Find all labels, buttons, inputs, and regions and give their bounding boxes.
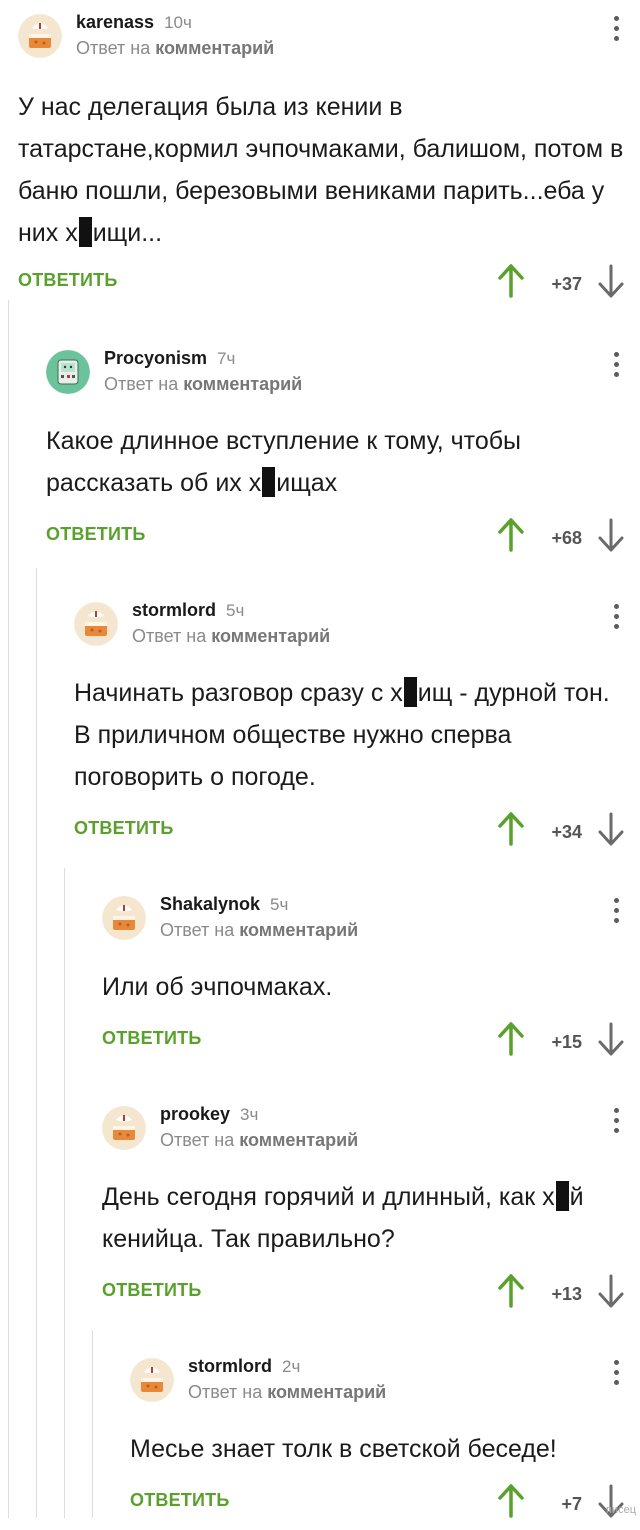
cake-avatar-icon[interactable] [74, 602, 118, 646]
reply-button[interactable]: ОТВЕТИТЬ [102, 1028, 201, 1049]
reply-target-link[interactable]: комментарий [211, 626, 330, 646]
comment-header: Shakalynok 5ч Ответ на комментарий [102, 890, 624, 946]
watermark: писец [605, 1504, 636, 1516]
comment-header: stormlord 2ч Ответ на комментарий [130, 1352, 624, 1408]
reply-button[interactable]: ОТВЕТИТЬ [74, 818, 173, 839]
upvote-arrow-icon[interactable] [498, 264, 524, 303]
reply-target-link[interactable]: комментарий [183, 374, 302, 394]
cake-avatar-icon[interactable] [102, 896, 146, 940]
reply-to-info: Ответ на комментарий [160, 920, 359, 940]
rating-score: +34 [551, 822, 582, 842]
reply-target-link[interactable]: комментарий [239, 920, 358, 940]
comment: Shakalynok 5ч Ответ на комментарий Или об… [102, 890, 624, 1068]
thread-line [8, 300, 9, 1518]
more-options-icon[interactable] [608, 604, 624, 636]
comment-time: 3ч [240, 1105, 259, 1124]
rating: +13 [484, 1272, 624, 1312]
more-options-icon[interactable] [608, 16, 624, 48]
comment-time: 5ч [270, 895, 289, 914]
comment-time: 7ч [217, 349, 236, 368]
comment-header: karenass 10ч Ответ на комментарий [18, 8, 624, 64]
reply-target-link[interactable]: комментарий [239, 1130, 358, 1150]
downvote-arrow-icon[interactable] [598, 518, 624, 557]
more-options-icon[interactable] [608, 1360, 624, 1392]
rating: +68 [484, 516, 624, 556]
rating: +7 [484, 1482, 624, 1522]
reply-to-info: Ответ на комментарий [76, 38, 275, 58]
username-link[interactable]: stormlord 5ч [132, 600, 244, 621]
reply-button[interactable]: ОТВЕТИТЬ [102, 1280, 201, 1301]
reply-button[interactable]: ОТВЕТИТЬ [130, 1490, 229, 1511]
thread-line [92, 1330, 93, 1518]
thread-line [36, 568, 37, 1518]
rating: +34 [484, 810, 624, 850]
upvote-arrow-icon[interactable] [498, 1022, 524, 1061]
cake-avatar-icon[interactable] [102, 1106, 146, 1150]
reply-button[interactable]: ОТВЕТИТЬ [46, 524, 145, 545]
comment-text: Начинать разговор сразу с х ищ - дурной т… [74, 677, 610, 791]
cake-avatar-icon[interactable] [130, 1358, 174, 1402]
censor-block [262, 467, 276, 497]
more-options-icon[interactable] [608, 1108, 624, 1140]
upvote-arrow-icon[interactable] [498, 1274, 524, 1313]
comment-time: 5ч [226, 601, 245, 620]
comment-header: stormlord 5ч Ответ на комментарий [74, 596, 624, 652]
comment-text: Какое длинное вступление к тому, чтобы р… [46, 427, 522, 497]
cake-avatar-icon[interactable] [18, 14, 62, 58]
comment-footer: ОТВЕТИТЬ +34 [74, 812, 624, 858]
comment-header: Procyonism 7ч Ответ на комментарий [46, 344, 624, 400]
comment-header: prookey 3ч Ответ на комментарий [102, 1100, 624, 1156]
robot-avatar-icon[interactable] [46, 350, 90, 394]
thread-line [64, 868, 65, 1518]
rating: +15 [484, 1020, 624, 1060]
more-options-icon[interactable] [608, 898, 624, 930]
comment-text: Или об эчпочмаках. [102, 973, 333, 1001]
reply-to-info: Ответ на комментарий [160, 1130, 359, 1150]
reply-to-info: Ответ на комментарий [188, 1382, 387, 1402]
comment: stormlord 2ч Ответ на комментарий Месье з… [130, 1352, 624, 1530]
comment-footer: ОТВЕТИТЬ +15 [102, 1022, 624, 1068]
comment-text: Месье знает толк в светской беседе! [130, 1435, 557, 1463]
reply-target-link[interactable]: комментарий [155, 38, 274, 58]
reply-target-link[interactable]: комментарий [267, 1382, 386, 1402]
comment: karenass 10ч Ответ на комментарий У нас д… [18, 8, 624, 310]
reply-to-info: Ответ на комментарий [132, 626, 331, 646]
rating-score: +37 [551, 274, 582, 294]
comment: prookey 3ч Ответ на комментарий День сего… [102, 1100, 624, 1320]
comment-text: День сегодня горячий и длинный, как хй к… [102, 1181, 584, 1253]
censor-block [555, 1181, 569, 1211]
username-link[interactable]: Shakalynok 5ч [160, 894, 288, 915]
rating: +37 [484, 262, 624, 302]
username-link[interactable]: prookey 3ч [160, 1104, 258, 1125]
comment: Procyonism 7ч Ответ на комментарий Какое … [46, 344, 624, 564]
downvote-arrow-icon[interactable] [598, 812, 624, 851]
rating-score: +13 [551, 1284, 582, 1304]
censor-block [403, 677, 417, 707]
comment-footer: ОТВЕТИТЬ +13 [102, 1274, 624, 1320]
rating-score: +68 [551, 528, 582, 548]
upvote-arrow-icon[interactable] [498, 812, 524, 851]
downvote-arrow-icon[interactable] [598, 1274, 624, 1313]
comment-time: 10ч [164, 13, 192, 32]
username-link[interactable]: stormlord 2ч [188, 1356, 300, 1377]
comment-footer: ОТВЕТИТЬ +7 [130, 1484, 624, 1530]
rating-score: +7 [561, 1494, 582, 1514]
rating-score: +15 [551, 1032, 582, 1052]
comment-footer: ОТВЕТИТЬ +68 [46, 518, 624, 564]
reply-to-info: Ответ на комментарий [104, 374, 303, 394]
censor-block [78, 217, 92, 247]
downvote-arrow-icon[interactable] [598, 264, 624, 303]
upvote-arrow-icon[interactable] [498, 518, 524, 557]
more-options-icon[interactable] [608, 352, 624, 384]
comment-time: 2ч [282, 1357, 301, 1376]
comment-footer: ОТВЕТИТЬ +37 [18, 264, 624, 310]
reply-button[interactable]: ОТВЕТИТЬ [18, 270, 117, 291]
comment: stormlord 5ч Ответ на комментарий Начинат… [74, 596, 624, 858]
username-link[interactable]: karenass 10ч [76, 12, 192, 33]
downvote-arrow-icon[interactable] [598, 1022, 624, 1061]
username-link[interactable]: Procyonism 7ч [104, 348, 235, 369]
upvote-arrow-icon[interactable] [498, 1484, 524, 1523]
comment-text: У нас делегация была из кении в татарста… [18, 93, 624, 247]
